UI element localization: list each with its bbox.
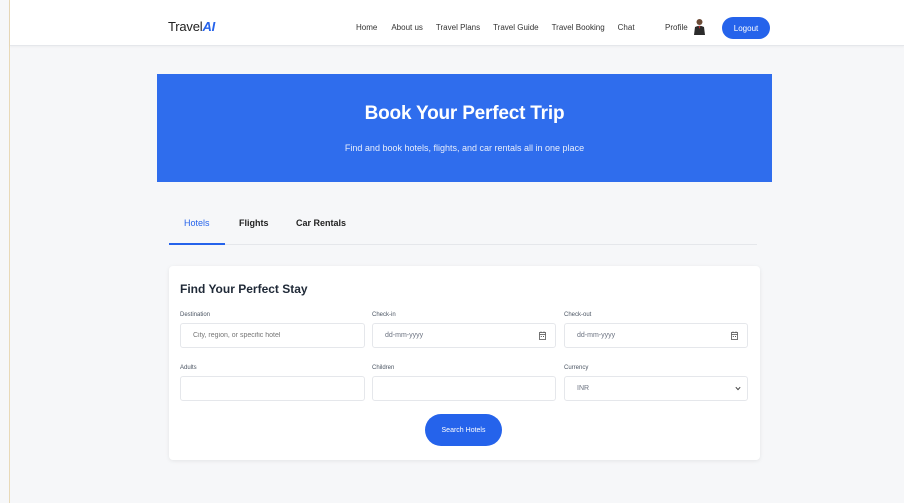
tab-hotels[interactable]: Hotels <box>184 218 210 228</box>
checkout-input[interactable]: dd-mm-yyyy <box>564 323 748 348</box>
checkin-input[interactable]: dd-mm-yyyy <box>372 323 556 348</box>
page-edge-rule <box>9 0 10 503</box>
top-navbar: TravelAI Home About us Travel Plans Trav… <box>10 0 904 46</box>
currency-select[interactable]: INR <box>564 376 748 401</box>
tab-car-rentals[interactable]: Car Rentals <box>296 218 346 228</box>
nav-link-travel-booking[interactable]: Travel Booking <box>552 23 605 32</box>
destination-label: Destination <box>180 312 211 318</box>
checkin-value: dd-mm-yyyy <box>385 332 424 339</box>
brand-prefix: Travel <box>168 19 203 34</box>
children-label: Children <box>372 365 395 371</box>
hero-subtitle: Find and book hotels, flights, and car r… <box>344 143 585 153</box>
currency-value: INR <box>577 385 590 392</box>
booking-tabs: Hotels Flights Car Rentals <box>169 202 757 245</box>
nav-link-travel-plans[interactable]: Travel Plans <box>436 23 480 32</box>
checkout-label: Check-out <box>564 312 592 318</box>
search-hotels-button[interactable]: Search Hotels <box>425 414 502 446</box>
destination-input[interactable] <box>180 323 365 348</box>
active-tab-indicator <box>169 243 225 245</box>
calendar-icon[interactable] <box>539 331 546 340</box>
calendar-icon[interactable] <box>731 331 738 340</box>
nav-links: Home About us Travel Plans Travel Guide … <box>356 23 648 32</box>
chevron-down-icon <box>735 386 741 391</box>
nav-link-home[interactable]: Home <box>356 23 377 32</box>
currency-label: Currency <box>564 365 589 371</box>
avatar[interactable] <box>693 18 706 36</box>
form-title: Find Your Perfect Stay <box>180 282 308 296</box>
tab-flights[interactable]: Flights <box>239 218 269 228</box>
hero-title: Book Your Perfect Trip <box>364 103 565 124</box>
children-input[interactable] <box>372 376 556 401</box>
hotel-search-card: Find Your Perfect Stay Destination Check… <box>169 266 760 460</box>
nav-link-chat[interactable]: Chat <box>618 23 635 32</box>
adults-input[interactable] <box>180 376 365 401</box>
brand-logo[interactable]: TravelAI <box>168 19 215 34</box>
checkin-label: Check-in <box>372 312 396 318</box>
nav-link-profile[interactable]: Profile <box>665 23 688 32</box>
brand-suffix: AI <box>202 19 216 34</box>
nav-link-travel-guide[interactable]: Travel Guide <box>493 23 539 32</box>
hero-banner: Book Your Perfect Trip Find and book hot… <box>157 74 772 182</box>
logout-button[interactable]: Logout <box>722 17 770 39</box>
nav-link-about[interactable]: About us <box>391 23 423 32</box>
checkout-value: dd-mm-yyyy <box>577 332 616 339</box>
adults-label: Adults <box>180 365 197 371</box>
